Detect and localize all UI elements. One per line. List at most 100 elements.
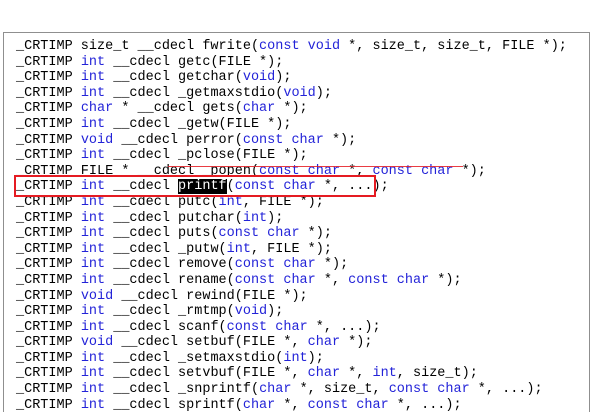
selected-text: printf [178, 179, 227, 195]
code-keyword: void [234, 304, 268, 320]
code-line[interactable]: _CRTIMP int __cdecl _snprintf(char *, si… [16, 382, 592, 398]
code-token: *); [315, 257, 349, 273]
code-line[interactable]: _CRTIMP size_t __cdecl fwrite(const void… [16, 39, 592, 55]
annotation-strike-line [168, 165, 463, 167]
code-token: ( [226, 179, 235, 195]
code-keyword: int [80, 350, 106, 366]
code-token: _CRTIMP [16, 101, 81, 117]
code-token: __cdecl puts( [105, 226, 219, 242]
code-token: _CRTIMP [16, 226, 81, 242]
code-token: __cdecl _putw( [105, 241, 227, 257]
code-token: __cdecl putc( [105, 194, 219, 210]
code-line[interactable]: _CRTIMP char * __cdecl gets(char *); [16, 101, 592, 117]
code-token: _CRTIMP [16, 132, 81, 148]
code-keyword: char [307, 366, 341, 382]
code-line[interactable]: _CRTIMP int __cdecl _putw(int, FILE *); [16, 242, 592, 258]
code-line[interactable]: _CRTIMP void __cdecl perror(const char *… [16, 133, 592, 149]
code-token: *); [340, 335, 373, 351]
code-line[interactable]: _CRTIMP int __cdecl _pclose(FILE *); [16, 148, 592, 164]
code-token: _CRTIMP [16, 210, 81, 226]
code-keyword: int [80, 179, 106, 195]
code-token: *, ...); [315, 179, 389, 195]
code-token: _CRTIMP [16, 194, 81, 210]
code-keyword: void [80, 288, 114, 304]
code-token: ); [275, 70, 292, 86]
code-token: _CRTIMP [16, 288, 81, 304]
code-keyword: const char [234, 257, 316, 273]
code-token: __cdecl _getw(FILE *); [105, 116, 292, 132]
code-keyword: int [372, 366, 397, 382]
code-token: *, size_t, size_t, FILE *); [340, 39, 567, 54]
code-token: __cdecl _rmtmp( [105, 304, 235, 320]
code-line[interactable]: _CRTIMP int __cdecl putchar(int); [16, 211, 592, 227]
code-keyword: int [226, 241, 251, 257]
code-keyword: const char [388, 382, 470, 398]
code-token: _CRTIMP [16, 319, 81, 335]
code-token: _CRTIMP [16, 85, 81, 101]
code-line[interactable]: _CRTIMP int __cdecl _setmaxstdio(int); [16, 351, 592, 367]
code-line[interactable]: _CRTIMP int __cdecl _getmaxstdio(void); [16, 86, 592, 102]
code-keyword: int [80, 54, 106, 70]
code-token: *, size_t, [291, 382, 389, 398]
code-line[interactable]: _CRTIMP int __cdecl _getw(FILE *); [16, 117, 592, 133]
code-token: __cdecl putchar( [105, 210, 243, 226]
code-keyword: int [80, 304, 106, 320]
code-keyword: int [218, 194, 243, 210]
code-keyword: char [307, 335, 341, 351]
code-keyword: int [80, 241, 106, 257]
code-token: __cdecl setvbuf(FILE *, [105, 366, 308, 382]
code-line[interactable]: _CRTIMP int __cdecl setvbuf(FILE *, char… [16, 366, 592, 382]
code-token: __cdecl _setmaxstdio( [105, 350, 284, 366]
code-line[interactable]: _CRTIMP int __cdecl puts(const char *); [16, 226, 592, 242]
code-keyword: char [259, 382, 292, 398]
code-line[interactable]: _CRTIMP int __cdecl _rmtmp(void); [16, 304, 592, 320]
code-token: *, ...); [469, 382, 543, 398]
code-keyword: int [80, 226, 106, 242]
code-token: ); [267, 304, 284, 320]
code-keyword: int [80, 382, 106, 398]
code-token: * __cdecl gets( [113, 101, 243, 117]
code-line[interactable]: _CRTIMP int __cdecl printf(const char *,… [16, 179, 592, 195]
code-keyword: int [283, 350, 308, 366]
code-line[interactable]: _CRTIMP void __cdecl setbuf(FILE *, char… [16, 335, 592, 351]
code-token: _CRTIMP [16, 257, 81, 273]
code-editor[interactable]: _CRTIMP size_t __cdecl fwrite(const void… [16, 39, 592, 413]
code-token: *); [275, 101, 308, 117]
code-token: __cdecl [105, 179, 179, 195]
code-token: __cdecl rename( [105, 272, 235, 288]
code-keyword: int [80, 210, 106, 226]
code-keyword: int [80, 116, 106, 132]
code-token: __cdecl _snprintf( [105, 382, 260, 398]
code-line[interactable]: _CRTIMP void __cdecl rewind(FILE *); [16, 289, 592, 305]
code-line[interactable]: _CRTIMP int __cdecl scanf(const char *, … [16, 320, 592, 336]
code-token: _CRTIMP [16, 350, 81, 366]
code-line[interactable]: _CRTIMP int __cdecl getchar(void); [16, 70, 592, 86]
code-token: _CRTIMP [16, 366, 81, 382]
code-line[interactable]: _CRTIMP int __cdecl rename(const char *,… [16, 273, 592, 289]
code-token: *, ...); [307, 319, 381, 335]
code-line[interactable]: _CRTIMP int __cdecl putc(int, FILE *); [16, 195, 592, 211]
code-keyword: int [80, 257, 106, 273]
code-token: , FILE *); [242, 194, 324, 210]
code-token: _CRTIMP [16, 304, 81, 320]
code-keyword: char [80, 101, 114, 117]
code-keyword: int [80, 194, 106, 210]
code-keyword: const char [242, 132, 324, 148]
code-keyword: const char [226, 319, 308, 335]
code-token: *); [299, 226, 332, 242]
code-token: _CRTIMP [16, 54, 81, 70]
code-keyword: int [242, 210, 268, 226]
code-keyword: const char [234, 272, 316, 288]
code-token: __cdecl getc(FILE *); [105, 54, 284, 70]
code-keyword: const char [218, 226, 300, 242]
code-token: _CRTIMP [16, 179, 81, 195]
code-token: ); [307, 350, 324, 366]
code-line[interactable]: _CRTIMP int __cdecl getc(FILE *); [16, 55, 592, 71]
code-keyword: int [80, 85, 106, 101]
code-token: _CRTIMP [16, 272, 81, 288]
code-token: __cdecl rewind(FILE *); [113, 288, 308, 304]
code-keyword: const void [259, 39, 341, 54]
code-token: *, [340, 366, 373, 382]
code-line[interactable]: _CRTIMP int __cdecl remove(const char *)… [16, 257, 592, 273]
code-token: __cdecl remove( [105, 257, 235, 273]
